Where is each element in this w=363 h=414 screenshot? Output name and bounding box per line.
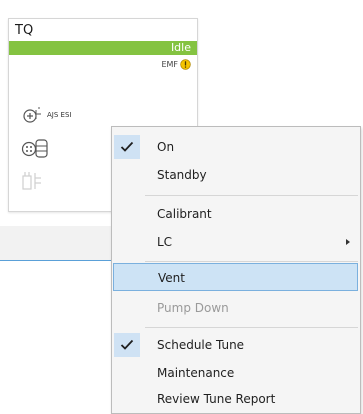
module-ion-source[interactable]: AJS ESI	[21, 105, 71, 125]
menu-item-review-tune-report[interactable]: Review Tune Report	[112, 385, 360, 413]
menu-item-calibrant[interactable]: Calibrant	[112, 200, 360, 228]
menu-item-label: Maintenance	[157, 366, 235, 380]
context-menu: On Standby Calibrant LC Vent Pump Down S…	[111, 126, 361, 414]
status-text: Idle	[170, 41, 191, 54]
menu-item-label: Schedule Tune	[157, 338, 245, 352]
menu-item-label: On	[157, 140, 175, 154]
submenu-arrow-icon	[346, 239, 350, 245]
instrument-title: TQ	[15, 23, 34, 38]
menu-item-pump-down: Pump Down	[112, 294, 360, 322]
menu-item-label: Vent	[158, 271, 185, 285]
menu-separator	[145, 261, 358, 262]
menu-item-standby[interactable]: Standby	[112, 161, 360, 189]
lc-module-icon	[21, 169, 45, 191]
menu-separator	[145, 195, 358, 196]
module-label: AJS ESI	[47, 111, 72, 119]
lower-panel-bar	[0, 226, 112, 261]
menu-item-on[interactable]: On	[112, 133, 360, 161]
emf-label: EMF	[161, 59, 178, 69]
menu-item-schedule-tune[interactable]: Schedule Tune	[112, 331, 360, 359]
menu-item-vent[interactable]: Vent	[113, 263, 358, 291]
menu-item-label: Review Tune Report	[157, 392, 276, 406]
menu-separator	[145, 327, 358, 328]
menu-item-maintenance[interactable]: Maintenance	[112, 359, 360, 387]
emf-indicator[interactable]: EMF	[161, 57, 191, 71]
checkmark-icon	[114, 333, 140, 357]
menu-item-label: Pump Down	[157, 301, 229, 315]
warning-icon	[180, 58, 191, 70]
module-pump[interactable]	[21, 137, 53, 159]
pump-tank-icon	[21, 137, 49, 159]
menu-item-label: LC	[157, 235, 173, 249]
ion-source-icon	[21, 105, 43, 125]
module-lc[interactable]	[21, 169, 49, 191]
menu-item-label: Calibrant	[157, 207, 212, 221]
menu-item-label: Standby	[157, 168, 207, 182]
menu-item-lc[interactable]: LC	[112, 228, 360, 256]
checkmark-icon	[114, 135, 140, 159]
status-bar: Idle	[9, 41, 197, 55]
